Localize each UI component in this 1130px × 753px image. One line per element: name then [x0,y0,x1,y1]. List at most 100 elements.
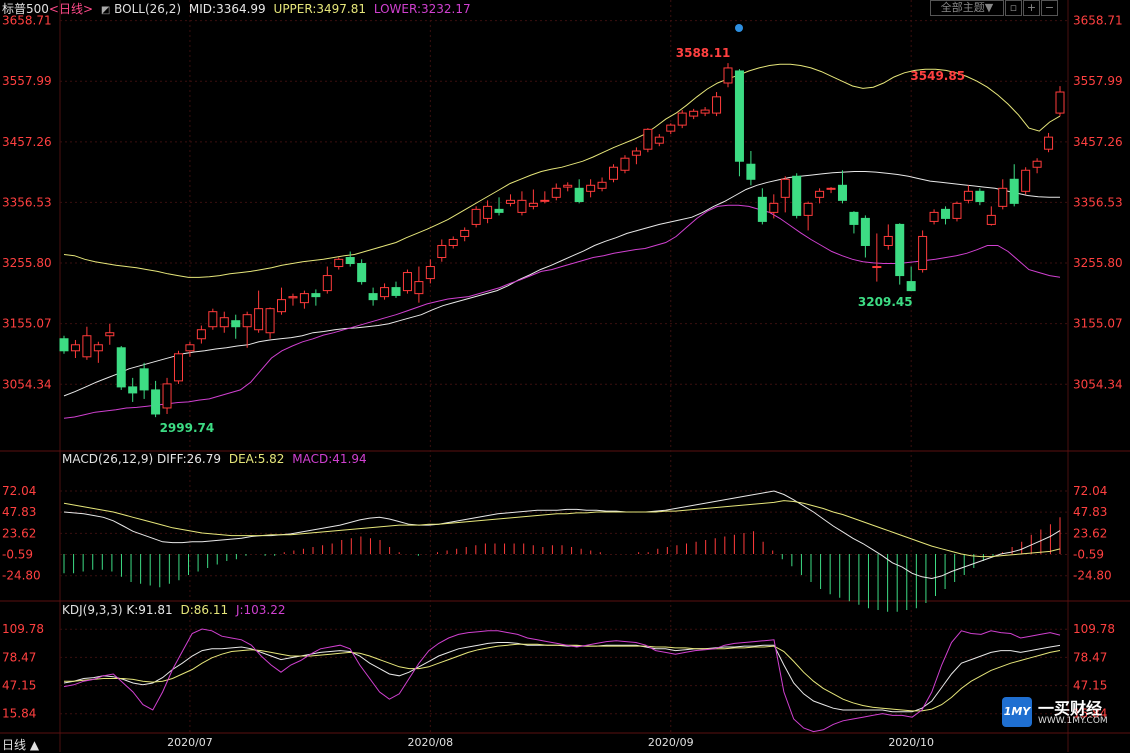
candle-body [391,287,401,296]
kdj-y-tick-right: 78.47 [1073,650,1107,664]
candle-body [162,383,172,409]
x-tick-label: 2020/08 [407,736,453,749]
candle-body [139,368,149,391]
y-tick-label-left: 3457.26 [2,135,52,149]
candle-body [173,353,183,382]
y-tick-label-right: 3155.07 [1073,317,1123,331]
kdj-y-tick-left: 47.15 [2,679,36,693]
y-tick-label-left: 3356.53 [2,195,52,209]
candle-body [311,293,321,298]
candle-body [116,347,126,388]
macd-value: MACD:41.94 [292,452,367,466]
kdj-j: J:103.22 [235,603,286,617]
kdj-y-tick-right: 109.78 [1073,622,1115,636]
candle-body [563,184,573,188]
candle-body [860,217,870,246]
candle-body [299,293,309,304]
kdj-d: D:86.11 [180,603,229,617]
macd-y-tick-left: 72.04 [2,484,36,498]
candle-body [219,317,229,328]
period-label[interactable]: <日线> [49,2,93,16]
watermark-logo: 1MY 一买财经 WWW.1MY.COM [1000,695,1128,731]
boll-label: BOLL(26,2) [114,2,182,16]
candle-body [826,187,836,190]
kdj-header: KDJ(9,3,3) K:91.81 D:86.11 J:103.22 [62,603,286,617]
kdj-d-line [64,643,1061,712]
candle-body [746,163,756,180]
extreme-price-label: 3588.11 [676,46,731,60]
kdj-y-tick-right: 47.15 [1073,679,1107,693]
candle-body [196,329,206,340]
macd-diff: DIFF:26.79 [156,452,222,466]
y-tick-label-left: 3155.07 [2,317,52,331]
candle-body [551,187,561,198]
candle-body [837,184,847,201]
macd-y-tick-left: -0.59 [2,548,33,562]
candle-body [872,266,882,269]
candle-body [277,299,287,313]
candle-body [620,157,630,171]
candle-body [918,235,928,271]
candle-body [712,96,722,114]
macd-panel [63,490,1061,612]
candle-body [700,109,710,114]
event-marker-icon[interactable] [735,24,743,32]
candle-body [929,211,939,222]
symbol-name: 标普500 [2,2,49,16]
candle-body [414,281,424,295]
kdj-panel [63,628,1061,733]
indicator-icon: ◩ [100,5,111,16]
candle-body [185,344,195,352]
candle-body [769,202,779,213]
y-tick-label-right: 3054.34 [1073,377,1123,391]
y-tick-label-left: 3054.34 [2,377,52,391]
zoom-in-icon[interactable]: + [1023,0,1040,16]
candle-body [265,308,275,334]
extreme-price-label: 3549.85 [910,69,965,83]
candle-body [242,314,252,328]
candle-body [448,238,458,246]
extreme-price-label: 2999.74 [160,421,215,435]
y-tick-label-left: 3557.99 [2,74,52,88]
x-tick-label: 2020/10 [888,736,934,749]
kdj-y-tick-left: 15.84 [2,707,36,721]
y-tick-label-left: 3255.80 [2,256,52,270]
logo-icon: 1MY [1002,697,1032,727]
bollinger-bands [63,63,1061,419]
settings-icon[interactable]: ▫ [1005,0,1022,16]
candle-body [334,258,344,268]
candle-body [734,70,744,162]
extreme-price-label: 3209.45 [858,295,913,309]
y-tick-label-right: 3457.26 [1073,135,1123,149]
macd-name: MACD(26,12,9) [62,452,154,466]
macd-y-tick-left: -24.80 [2,569,41,583]
zoom-out-icon[interactable]: − [1041,0,1058,16]
candle-body [609,166,619,180]
y-tick-label-right: 3557.99 [1073,74,1123,88]
logo-url: WWW.1MY.COM [1038,716,1108,726]
candle-body [460,229,470,237]
kdj-j-line [63,628,1061,733]
kdj-k: K:91.81 [126,603,173,617]
kdj-y-tick-left: 78.47 [2,650,36,664]
stock-chart: 3588.112999.743549.853209.45 3658.71 3658… [0,0,1130,752]
candle-body [540,199,550,202]
candle-body [59,338,69,352]
candle-body [505,199,515,204]
candle-body [963,190,973,201]
macd-y-tick-right: -24.80 [1073,569,1112,583]
candle-body [368,293,378,301]
boll-lower: LOWER:3232.17 [373,2,471,16]
candle-body [82,335,92,358]
theme-dropdown[interactable]: 全部主题▼ [930,0,1004,16]
candle-body [1009,178,1019,204]
period-button[interactable]: 日线 ▲ [2,736,39,753]
macd-dea: DEA:5.82 [228,452,285,466]
candle-body [1044,136,1054,150]
candle-body [666,124,676,132]
candle-body [128,386,138,394]
candle-body [483,205,493,219]
candle-body [231,320,241,328]
candle-body [815,190,825,198]
candlesticks [59,63,1065,418]
